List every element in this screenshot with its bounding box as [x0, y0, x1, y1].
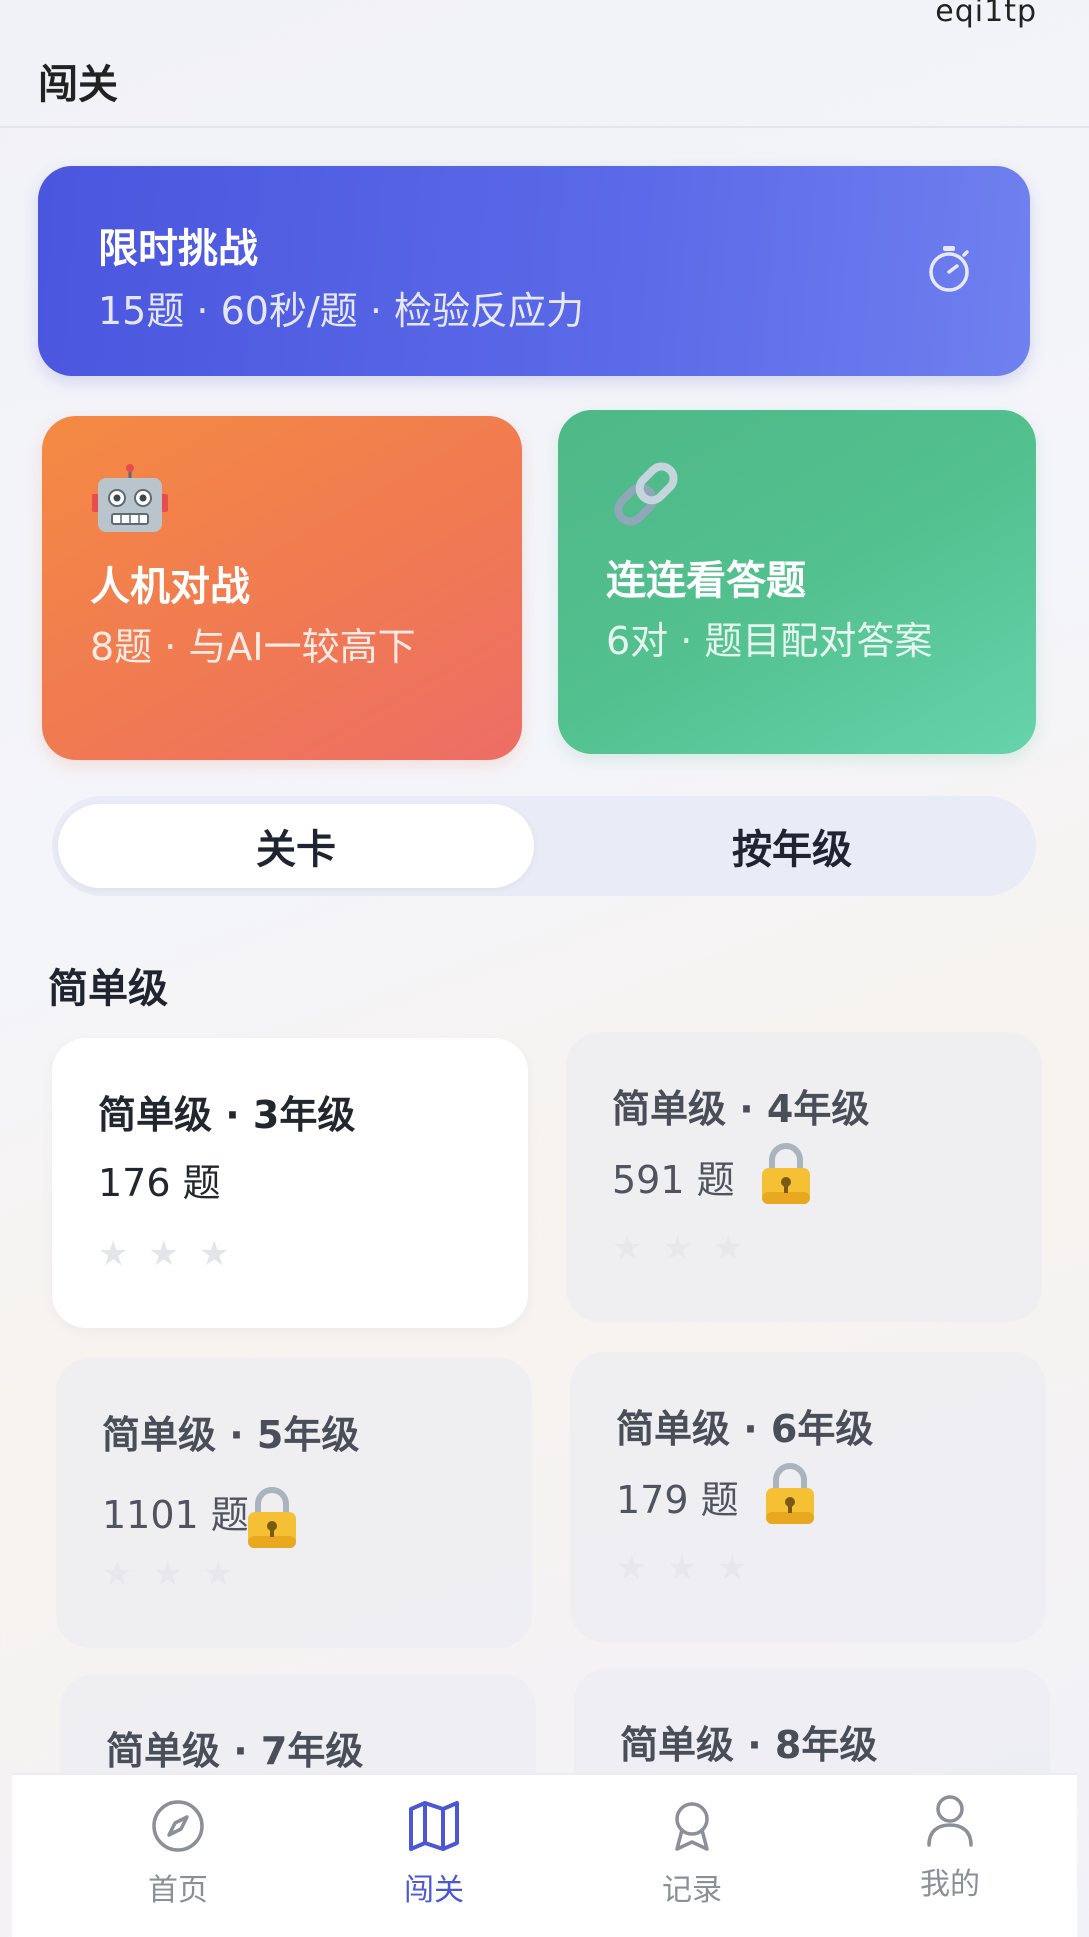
watermark-text: eqi1tp: [935, 0, 1037, 29]
ai-battle-subtitle: 8题 · 与AI一较高下: [90, 625, 416, 669]
ai-battle-title: 人机对战: [90, 564, 250, 610]
stopwatch-icon: [929, 246, 969, 292]
timed-challenge-title: 限时挑战: [98, 226, 258, 272]
nav-records[interactable]: 记录: [612, 1797, 772, 1917]
level-card[interactable]: 简单级 · 4年级 591 题 ★★★: [566, 1032, 1042, 1322]
tab-by-grade[interactable]: 按年级: [554, 804, 1030, 888]
matching-quiz-subtitle: 6对 · 题目配对答案: [606, 619, 933, 663]
level-card[interactable]: 简单级 · 6年级 179 题 ★★★: [570, 1352, 1046, 1642]
level-count-row: 179 题: [616, 1463, 819, 1526]
lock-icon: [247, 1487, 296, 1548]
level-title: 简单级 · 4年级: [612, 1087, 870, 1131]
nav-home[interactable]: 首页: [98, 1797, 258, 1917]
compass-icon: [152, 1800, 204, 1852]
level-count-row: 176 题: [98, 1152, 221, 1207]
level-count: 591 题: [612, 1157, 735, 1202]
robot-icon: [92, 464, 168, 532]
nav-label: 记录: [662, 1873, 722, 1908]
level-count: 179 题: [616, 1477, 739, 1522]
lock-icon: [761, 1143, 810, 1204]
level-count-row: 591 题: [612, 1143, 815, 1206]
header-divider: [0, 126, 1089, 128]
nav-levels[interactable]: 闯关: [354, 1797, 514, 1917]
matching-quiz-card[interactable]: 连连看答题 6对 · 题目配对答案: [558, 410, 1036, 754]
star-rating: ★★★: [612, 1228, 764, 1268]
level-count-row: 1101 题: [102, 1472, 301, 1550]
nav-profile[interactable]: 我的: [870, 1791, 1030, 1911]
bottom-nav: 首页 闯关 记录 我的: [12, 1773, 1077, 1937]
nav-label: 闯关: [404, 1873, 464, 1908]
nav-label: 我的: [920, 1867, 980, 1902]
timed-challenge-card[interactable]: 限时挑战 15题 · 60秒/题 · 检验反应力: [38, 166, 1030, 376]
matching-quiz-title: 连连看答题: [606, 558, 806, 604]
level-title: 简单级 · 6年级: [616, 1407, 874, 1451]
timed-challenge-subtitle: 15题 · 60秒/题 · 检验反应力: [98, 289, 584, 333]
level-count: 1101 题: [102, 1492, 249, 1537]
user-icon: [927, 1795, 973, 1847]
level-card[interactable]: 简单级 · 3年级 176 题 ★★★: [52, 1038, 528, 1328]
star-rating: ★★★: [102, 1554, 254, 1594]
map-icon: [409, 1801, 459, 1851]
lock-icon: [765, 1463, 814, 1524]
star-rating: ★★★: [616, 1548, 768, 1588]
level-card[interactable]: 简单级 · 5年级 1101 题 ★★★: [56, 1358, 532, 1648]
star-rating: ★★★: [98, 1234, 250, 1274]
nav-label: 首页: [148, 1873, 208, 1908]
badge-icon: [675, 1802, 709, 1851]
level-title: 简单级 · 7年级: [106, 1729, 364, 1773]
level-mode-tabs: 关卡 按年级: [52, 796, 1036, 896]
ai-battle-card[interactable]: 人机对战 8题 · 与AI一较高下: [42, 416, 522, 760]
link-icon: [614, 462, 678, 526]
level-title: 简单级 · 5年级: [102, 1413, 360, 1457]
level-title: 简单级 · 3年级: [98, 1093, 356, 1137]
section-title: 简单级: [48, 966, 168, 1012]
tab-levels[interactable]: 关卡: [58, 804, 534, 888]
level-count: 176 题: [98, 1161, 221, 1205]
page-title: 闯关: [38, 62, 118, 108]
level-title: 简单级 · 8年级: [620, 1723, 878, 1767]
